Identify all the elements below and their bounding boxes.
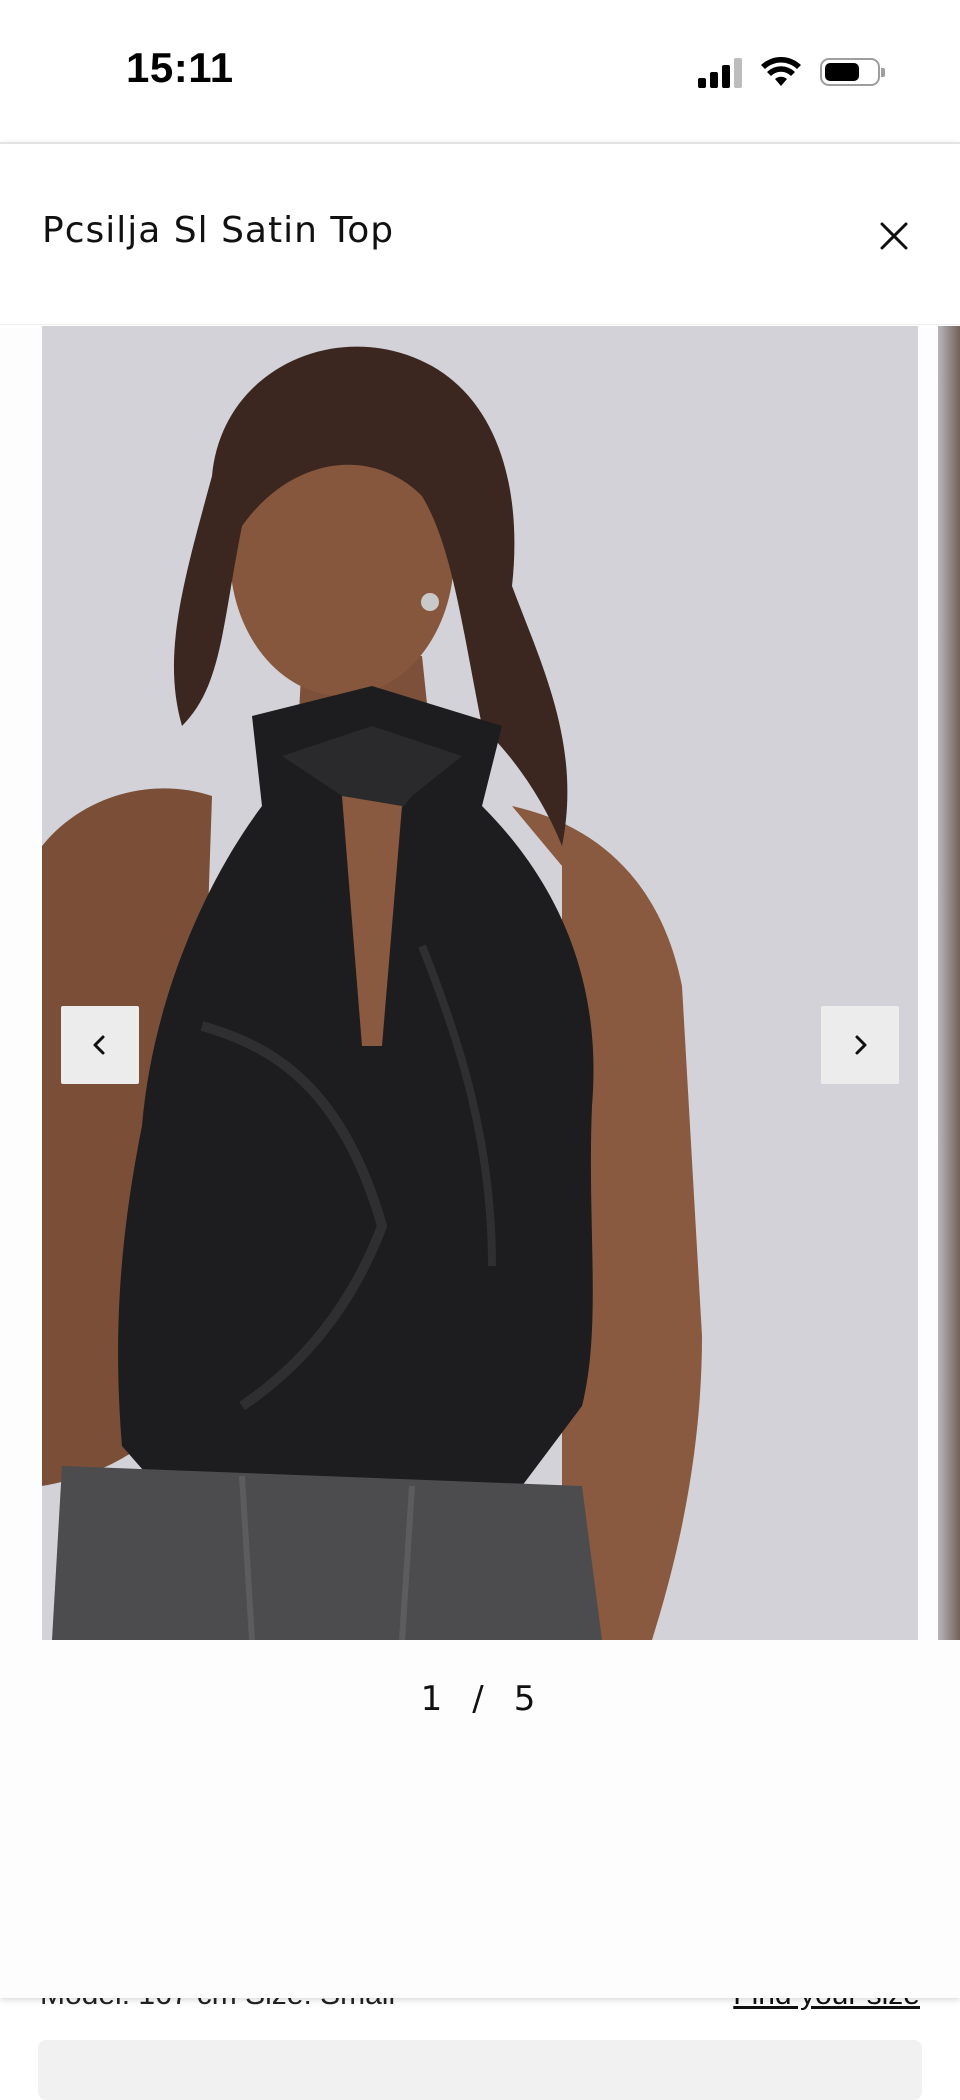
battery-icon	[820, 58, 885, 86]
chevron-right-icon	[855, 1035, 867, 1055]
next-image-button[interactable]	[821, 1006, 899, 1084]
cellular-signal-icon	[698, 56, 742, 88]
previous-image-button[interactable]	[61, 1006, 139, 1084]
wifi-icon	[761, 57, 801, 86]
pager-total: 5	[513, 1679, 540, 1719]
modal-header: Pcsilja Sl Satin Top	[0, 144, 960, 325]
size-selector[interactable]	[38, 2040, 922, 2100]
pager-current: 1	[420, 1679, 447, 1719]
modal-title: Pcsilja Sl Satin Top	[42, 210, 395, 251]
pager-separator: /	[472, 1679, 488, 1719]
next-photo-peek	[938, 326, 960, 1640]
product-photo[interactable]	[42, 326, 918, 1640]
close-icon	[880, 222, 908, 250]
chevron-left-icon	[93, 1035, 105, 1055]
product-photo-illustration	[42, 326, 918, 1640]
status-time: 15:11	[126, 44, 234, 91]
status-icons	[698, 52, 885, 92]
gallery[interactable]	[0, 326, 960, 1640]
close-button[interactable]	[872, 214, 916, 258]
image-pager: 1 / 5	[0, 1679, 960, 1719]
status-bar: 15:11	[0, 0, 960, 140]
image-gallery-modal: Pcsilja Sl Satin Top 1 / 5	[0, 142, 960, 1998]
